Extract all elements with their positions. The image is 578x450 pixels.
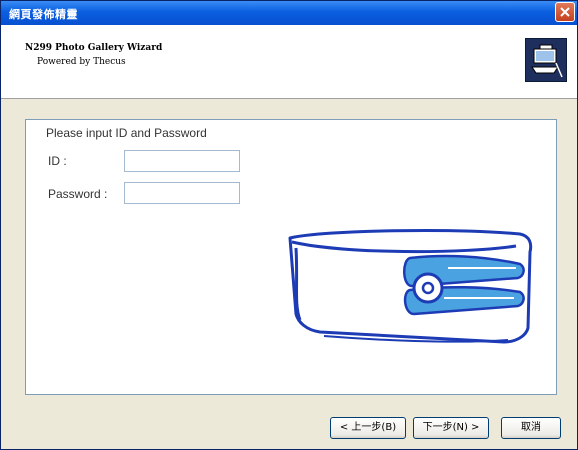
password-label: Password :	[48, 187, 108, 201]
cancel-button[interactable]: 取消	[501, 417, 561, 439]
id-input[interactable]	[124, 150, 240, 172]
nas-drive-illustration	[288, 229, 533, 344]
title-bar[interactable]: 網頁發佈精靈	[1, 1, 577, 25]
back-button[interactable]: < 上一步(B)	[330, 417, 406, 439]
login-prompt: Please input ID and Password	[46, 126, 207, 140]
password-input[interactable]	[124, 182, 240, 204]
next-button[interactable]: 下一步(N) >	[413, 417, 489, 439]
header-subtitle: Powered by Thecus	[37, 57, 126, 67]
wizard-header: N299 Photo Gallery Wizard Powered by The…	[1, 25, 577, 99]
wizard-window: 網頁發佈精靈 N299 Photo Gallery Wizard Powered…	[0, 0, 578, 450]
window-title: 網頁發佈精靈	[9, 8, 78, 21]
id-label: ID :	[48, 154, 67, 168]
wizard-network-icon	[525, 38, 567, 82]
close-button[interactable]	[555, 2, 575, 22]
login-panel: Please input ID and Password ID : Passwo…	[25, 119, 557, 395]
header-title: N299 Photo Gallery Wizard	[25, 43, 163, 53]
close-icon	[560, 7, 570, 17]
